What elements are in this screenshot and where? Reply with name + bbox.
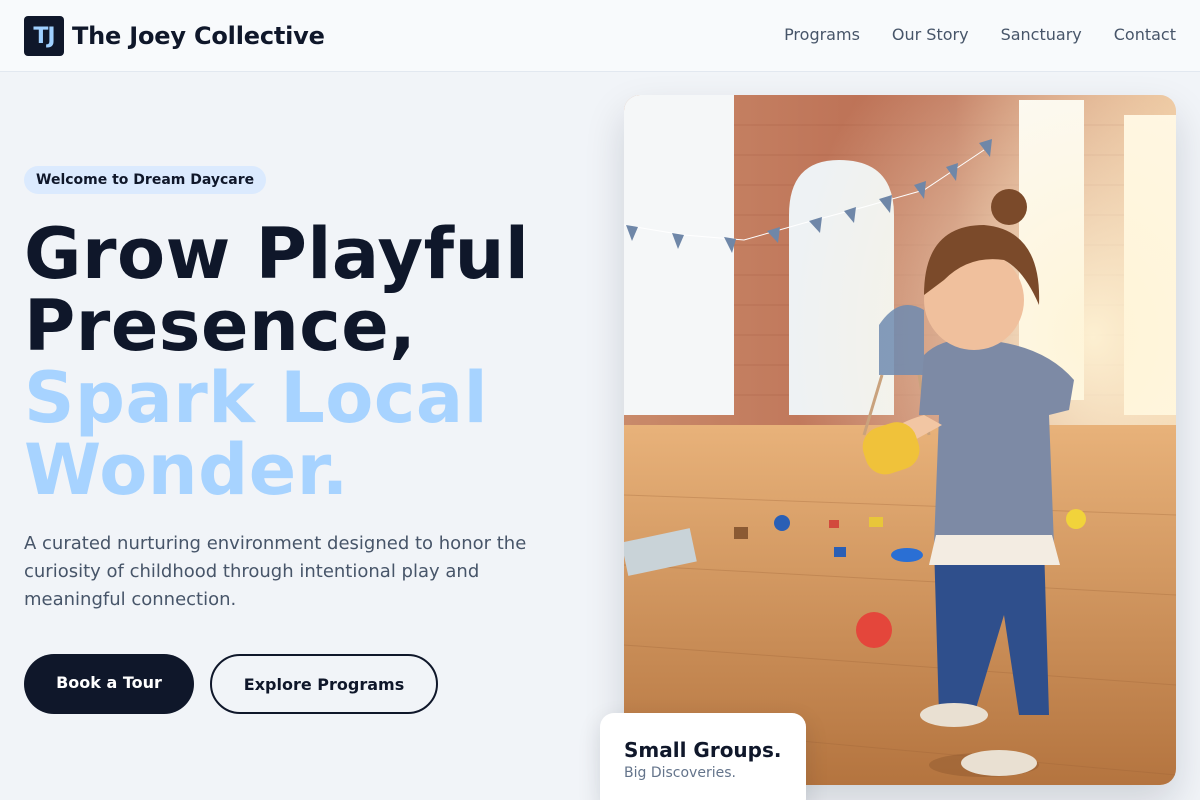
headline-line-4: Wonder.: [24, 429, 349, 511]
headline-line-3: Spark Local: [24, 357, 489, 439]
feature-card: Small Groups. Big Discoveries.: [600, 713, 806, 800]
hero-headline: Grow Playful Presence, Spark Local Wonde…: [24, 218, 604, 506]
nav-sanctuary[interactable]: Sanctuary: [1001, 24, 1082, 46]
brand-logo[interactable]: TJ The Joey Collective: [24, 16, 325, 56]
book-tour-button[interactable]: Book a Tour: [24, 654, 194, 714]
welcome-badge: Welcome to Dream Daycare: [24, 166, 267, 194]
nav-our-story[interactable]: Our Story: [892, 24, 969, 46]
nav-programs[interactable]: Programs: [784, 24, 860, 46]
hero-description: A curated nurturing environment designed…: [24, 533, 527, 610]
feature-card-subtitle: Big Discoveries.: [624, 765, 736, 781]
nav-contact[interactable]: Contact: [1114, 24, 1176, 46]
brand-name: The Joey Collective: [72, 22, 325, 50]
headline-line-1: Grow Playful: [24, 213, 530, 295]
site-header: TJ The Joey Collective Programs Our Stor…: [0, 0, 1200, 72]
explore-programs-button[interactable]: Explore Programs: [210, 654, 438, 714]
feature-card-title: Small Groups.: [624, 738, 782, 762]
brand-mark: TJ: [24, 16, 64, 56]
main-nav: Programs Our Story Sanctuary Contact: [784, 24, 1176, 46]
hero-photo: [624, 95, 1176, 785]
headline-line-2: Presence,: [24, 285, 417, 367]
